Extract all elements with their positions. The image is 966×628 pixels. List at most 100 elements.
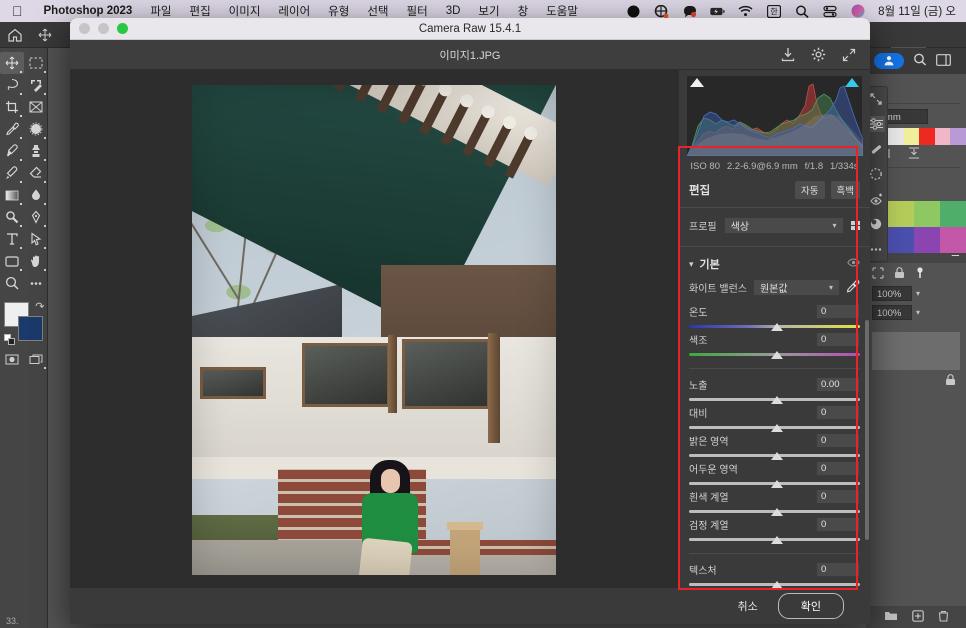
blur-tool[interactable] (24, 184, 48, 206)
battery-icon[interactable] (710, 4, 725, 18)
white-balance-select[interactable]: 원본값 ▾ (752, 279, 840, 296)
move-tool-options-icon[interactable] (30, 22, 60, 48)
menu-item-3d[interactable]: 3D (437, 5, 470, 17)
slider-handle[interactable] (771, 323, 784, 331)
slider-value[interactable]: 0.00 (816, 377, 860, 392)
auto-button[interactable]: 자동 (795, 181, 825, 199)
control-center-icon[interactable] (822, 4, 837, 18)
menubar-datetime[interactable]: 8월 11일 (금) 오 (878, 3, 956, 19)
background-color-swatch[interactable] (17, 316, 43, 341)
workspace-icon[interactable] (936, 53, 951, 69)
artboard-lock-icon[interactable] (915, 267, 925, 282)
slider-value[interactable]: 0 (816, 489, 860, 504)
eyedropper-icon[interactable] (846, 279, 860, 296)
slider-value[interactable]: 0 (816, 517, 860, 532)
path-select-tool[interactable] (24, 228, 48, 250)
spot-heal-tool[interactable] (24, 118, 48, 140)
slider-handle[interactable] (771, 508, 784, 516)
layer-row-thumbnail[interactable] (872, 332, 960, 370)
delete-layer-icon[interactable] (938, 610, 949, 625)
eye-icon[interactable] (847, 258, 860, 270)
menu-item-help[interactable]: 도움말 (537, 3, 587, 19)
fill-chevron-icon[interactable]: ▾ (916, 308, 920, 317)
slider-value[interactable]: 0 (816, 304, 860, 319)
brush-tool[interactable] (0, 140, 24, 162)
slider-track[interactable] (689, 349, 860, 360)
menu-item-file[interactable]: 파일 (141, 3, 180, 19)
slider-track[interactable] (689, 450, 860, 461)
swap-colors-icon[interactable]: ↷ (35, 300, 44, 313)
slider-value[interactable]: 0 (816, 433, 860, 448)
slider-handle[interactable] (771, 480, 784, 488)
search-icon[interactable] (794, 4, 809, 18)
ps-search-icon[interactable] (913, 53, 927, 69)
slider-value[interactable]: 0 (816, 405, 860, 420)
swatch-blue[interactable] (888, 227, 914, 253)
save-icon[interactable] (781, 47, 795, 62)
swatch-white[interactable] (888, 128, 904, 145)
slider-track[interactable] (689, 394, 860, 405)
home-icon[interactable] (0, 22, 30, 48)
swatch-lime[interactable] (888, 201, 914, 227)
fill-value[interactable]: 100% (872, 305, 912, 320)
fullscreen-icon[interactable] (842, 48, 856, 62)
type-tool[interactable] (0, 228, 24, 250)
opacity-value[interactable]: 100% (872, 286, 912, 301)
slider-handle[interactable] (771, 452, 784, 460)
swatch-green[interactable] (940, 201, 966, 227)
basic-section-header[interactable]: ▾ 기본 (679, 250, 870, 278)
slider-track[interactable] (689, 506, 860, 517)
lock-all-icon[interactable] (894, 267, 905, 282)
black-and-white-button[interactable]: 흑백 (830, 181, 860, 199)
menu-item-window[interactable]: 창 (509, 3, 538, 19)
history-brush-tool[interactable] (0, 162, 24, 184)
menu-item-layer[interactable]: 레이어 (269, 3, 319, 19)
swatch-green-light[interactable] (914, 201, 940, 227)
dodge-tool[interactable] (0, 206, 24, 228)
histogram[interactable] (686, 76, 864, 157)
panel-scrollbar[interactable] (865, 320, 869, 540)
slider-track[interactable] (689, 422, 860, 433)
screen-mode-icon[interactable] (24, 348, 48, 370)
input-source-icon[interactable]: 한 (766, 4, 781, 18)
record-icon[interactable] (626, 4, 641, 18)
pen-tool[interactable] (24, 206, 48, 228)
menu-item-select[interactable]: 선택 (358, 3, 397, 19)
lasso-tool[interactable] (0, 74, 24, 96)
zoom-tool[interactable] (0, 272, 24, 294)
profile-select[interactable]: 색상 ▾ (723, 217, 844, 234)
menu-item-filter[interactable]: 필터 (398, 3, 437, 19)
slider-track[interactable] (689, 534, 860, 545)
profile-browser-icon[interactable] (850, 220, 860, 231)
siri-icon[interactable] (850, 4, 865, 18)
transparency-lock-icon[interactable] (872, 267, 884, 282)
frame-tool[interactable] (24, 96, 48, 118)
slider-handle[interactable] (771, 536, 784, 544)
share-pill-button[interactable] (874, 53, 904, 69)
new-group-icon[interactable] (884, 610, 898, 624)
cancel-button[interactable]: 취소 (738, 598, 758, 614)
hand-tool[interactable] (24, 250, 48, 272)
highlight-clipping-indicator[interactable] (845, 78, 859, 87)
menu-item-type[interactable]: 유형 (319, 3, 358, 19)
eyedropper-tool[interactable] (0, 118, 24, 140)
slider-handle[interactable] (771, 396, 784, 404)
preferences-gear-icon[interactable] (811, 47, 826, 62)
menu-item-image[interactable]: 이미지 (220, 3, 270, 19)
slider-value[interactable]: 0 (816, 562, 860, 577)
more-tools-icon[interactable] (24, 272, 48, 294)
slider-value[interactable]: 0 (816, 332, 860, 347)
default-colors-icon[interactable] (3, 334, 16, 346)
swatch-magenta[interactable] (940, 227, 966, 253)
confirm-button[interactable]: 확인 (777, 593, 844, 619)
slider-track[interactable] (689, 321, 860, 332)
eraser-tool[interactable] (24, 162, 48, 184)
move-tool[interactable] (0, 52, 24, 74)
slider-track[interactable] (689, 478, 860, 489)
image-preview-canvas[interactable] (70, 70, 722, 590)
slider-handle[interactable] (771, 424, 784, 432)
new-layer-icon[interactable] (911, 609, 924, 625)
opacity-chevron-icon[interactable]: ▾ (916, 289, 920, 298)
apple-logo-icon[interactable]:  (12, 4, 23, 18)
swatch-violet[interactable] (914, 227, 940, 253)
